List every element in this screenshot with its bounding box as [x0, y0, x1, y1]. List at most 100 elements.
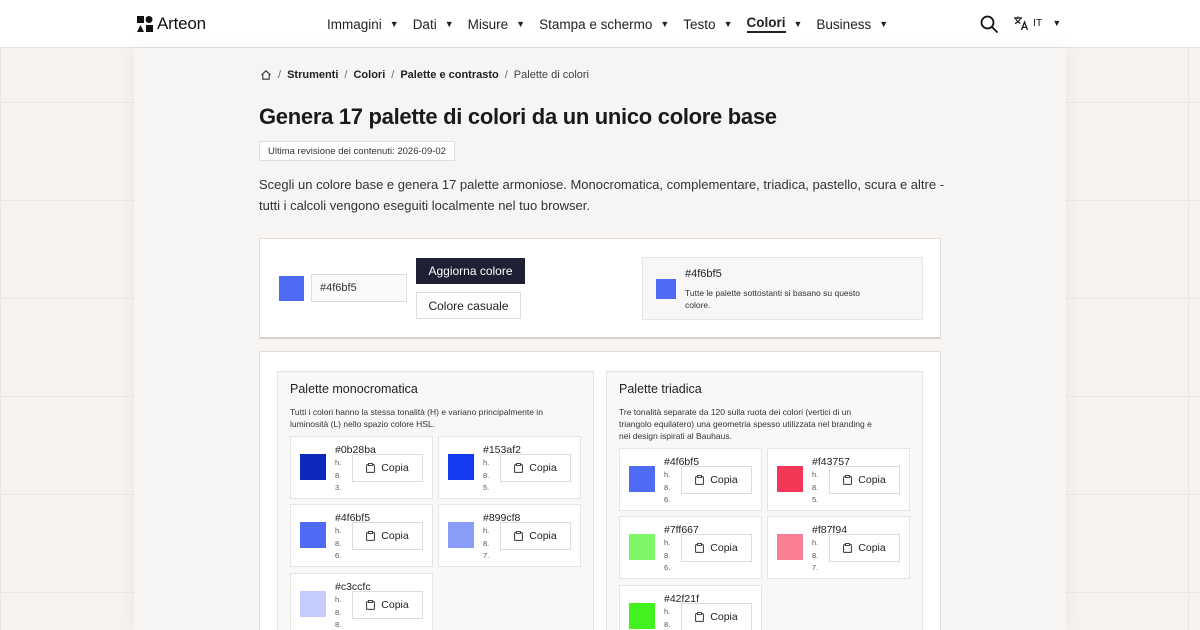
nav-label: Colori — [746, 15, 786, 33]
color-swatch — [629, 534, 655, 560]
copy-button-label: Copia — [529, 462, 557, 474]
copy-button-label: Copia — [710, 542, 738, 554]
color-meta-line: 6. — [664, 495, 671, 504]
intro-text: Scegli un colore base e genera 17 palett… — [259, 177, 945, 213]
color-meta: h. 8. 8. — [335, 594, 341, 630]
base-color-info: #4f6bf5 Tutte le palette sottostanti si … — [642, 257, 923, 320]
copy-button[interactable]: Copia — [681, 466, 752, 494]
logo[interactable]: Arteon — [137, 14, 206, 34]
color-card: #899cf8 h. 8. 7. Copia — [438, 504, 581, 567]
color-meta-line: 8. — [812, 482, 819, 492]
copy-button[interactable]: Copia — [500, 522, 571, 550]
logo-text: Arteon — [157, 14, 206, 33]
base-color-preview-swatch — [656, 279, 676, 299]
breadcrumb-separator: / — [344, 69, 348, 81]
copy-button[interactable]: Copia — [829, 534, 900, 562]
copy-button[interactable]: Copia — [681, 603, 752, 630]
palette-monochromatic: Palette monocromatica Tutti i colori han… — [277, 371, 594, 630]
color-meta-line: h. — [664, 470, 671, 479]
color-meta-line: h. — [664, 607, 671, 616]
color-meta-line: 8. — [664, 550, 671, 560]
breadcrumb-separator: / — [278, 69, 282, 81]
copy-button[interactable]: Copia — [352, 591, 423, 619]
breadcrumb-link-colori[interactable]: Colori — [353, 69, 385, 81]
base-color-swatch[interactable] — [279, 276, 304, 301]
color-card: #7ff667 h. 8. 6. Copia — [619, 516, 762, 579]
color-meta-line: 8. — [335, 470, 342, 480]
breadcrumb-separator: / — [391, 69, 395, 81]
caret-down-icon: ▼ — [879, 19, 889, 29]
clipboard-icon — [366, 463, 376, 473]
color-meta-line: h. — [483, 458, 490, 467]
color-swatch — [448, 522, 474, 548]
clipboard-icon — [843, 475, 853, 485]
random-color-button[interactable]: Colore casuale — [416, 292, 521, 319]
color-meta-line: 8. — [483, 538, 490, 548]
color-meta-line: 8. — [335, 620, 342, 629]
nav-item-colori[interactable]: Colori ▼ — [746, 15, 802, 33]
language-selector[interactable]: IT ▼ — [1013, 15, 1061, 31]
revision-badge: Ultima revisione dei contenuti: 2026-09-… — [259, 141, 455, 161]
color-meta: h. 8. 3. — [335, 457, 341, 495]
language-code: IT — [1033, 17, 1043, 29]
copy-button[interactable]: Copia — [829, 466, 900, 494]
color-swatch — [777, 466, 803, 492]
copy-button-label: Copia — [710, 474, 738, 486]
copy-button[interactable]: Copia — [681, 534, 752, 562]
copy-button[interactable]: Copia — [352, 454, 423, 482]
color-meta-line: 7. — [483, 551, 490, 560]
base-color-hex: #4f6bf5 — [685, 268, 722, 280]
palette-description-line: nei design ispirati al Bauhaus. — [619, 431, 732, 441]
color-meta-line: 8. — [664, 482, 671, 492]
nav-item-testo[interactable]: Testo ▼ — [683, 17, 732, 32]
nav-item-misure[interactable]: Misure ▼ — [468, 17, 525, 32]
home-icon[interactable] — [260, 69, 272, 81]
update-color-button[interactable]: Aggiorna colore — [416, 258, 525, 284]
copy-button[interactable]: Copia — [500, 454, 571, 482]
color-meta-line: 8. — [335, 538, 342, 548]
nav-item-dati[interactable]: Dati ▼ — [413, 17, 454, 32]
copy-button[interactable]: Copia — [352, 522, 423, 550]
color-meta-line: 8. — [664, 619, 671, 629]
copy-button-label: Copia — [529, 530, 557, 542]
color-card: #c3ccfc h. 8. 8. Copia — [290, 573, 433, 630]
caret-down-icon: ▼ — [723, 19, 733, 29]
page-title: Genera 17 palette di colori da un unico … — [259, 104, 777, 129]
caret-down-icon: ▼ — [516, 19, 526, 29]
nav-item-stampa-e-schermo[interactable]: Stampa e schermo ▼ — [539, 17, 669, 32]
clipboard-icon — [695, 612, 705, 622]
color-meta-line: h. — [812, 538, 819, 547]
color-meta-line: 6. — [335, 551, 342, 560]
translate-icon — [1014, 16, 1029, 31]
palettes-container: Palette monocromatica Tutti i colori han… — [259, 351, 941, 630]
breadcrumb-link-strumenti[interactable]: Strumenti — [287, 69, 338, 81]
nav-label: Misure — [467, 16, 509, 32]
nav-label: Dati — [412, 16, 437, 32]
breadcrumb-link-palette-e-contrasto[interactable]: Palette e contrasto — [400, 69, 498, 81]
color-meta-line: 5. — [812, 495, 819, 504]
nav-item-immagini[interactable]: Immagini ▼ — [327, 17, 399, 32]
copy-button-label: Copia — [381, 599, 409, 611]
color-swatch — [300, 522, 326, 548]
color-card: #f43757 h. 8. 5. Copia — [767, 448, 910, 511]
hex-color-input[interactable] — [311, 274, 407, 302]
color-meta: h. 8. 7. — [812, 537, 818, 575]
color-card: #153af2 h. 8. 5. Copia — [438, 436, 581, 499]
copy-button-label: Copia — [858, 542, 886, 554]
palette-description-line: Tre tonalità separate da 120 sulla ruota… — [619, 407, 852, 417]
color-swatch — [300, 591, 326, 617]
color-input-card: Aggiorna colore Colore casuale #4f6bf5 T… — [259, 238, 941, 339]
caret-down-icon: ▼ — [660, 19, 670, 29]
clipboard-icon — [695, 475, 705, 485]
nav-label: Immagini — [327, 16, 382, 32]
color-meta-line: h. — [483, 526, 490, 535]
main-content: / Strumenti / Colori / Palette e contras… — [134, 48, 1066, 630]
nav-item-business[interactable]: Business ▼ — [816, 17, 888, 32]
nav-label: Testo — [683, 16, 716, 32]
color-swatch — [448, 454, 474, 480]
color-swatch — [629, 466, 655, 492]
search-icon[interactable] — [979, 14, 999, 34]
color-meta-line: h. — [335, 595, 342, 604]
color-card: #4f6bf5 h. 8. 6. Copia — [290, 504, 433, 567]
clipboard-icon — [514, 531, 524, 541]
